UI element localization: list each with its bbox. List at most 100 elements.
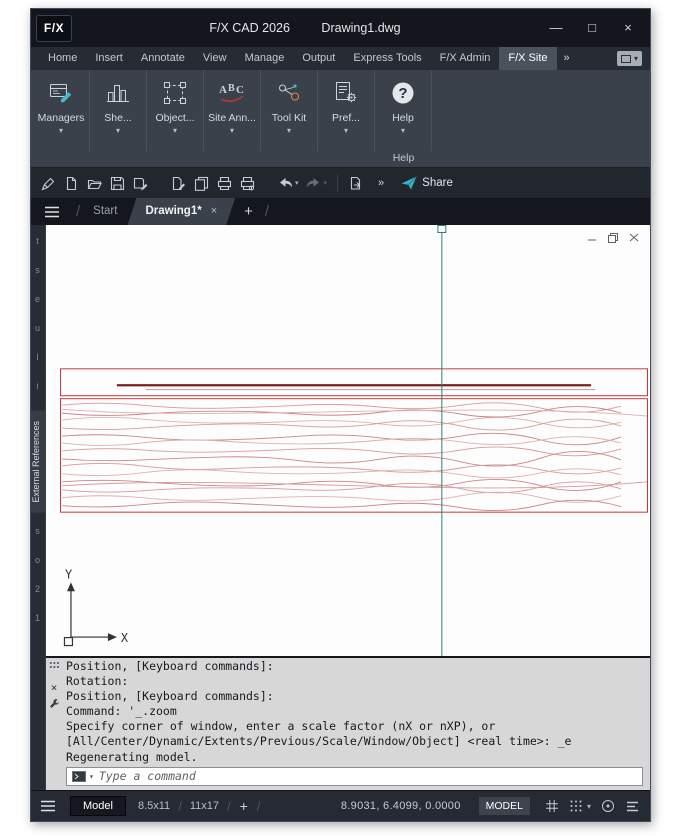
file-tabs-menu-icon[interactable] — [31, 206, 73, 218]
chevron-down-icon: ▾ — [286, 126, 291, 135]
ribbon-button-sheets[interactable]: She... ▾ — [90, 70, 147, 151]
app-logo[interactable]: F/X — [36, 14, 72, 42]
document-name: Drawing1.dwg — [321, 21, 401, 35]
ribbon-button-label: Managers — [37, 112, 85, 124]
new-layout-button[interactable]: + — [237, 798, 251, 814]
command-input[interactable]: ▾ Type a command — [66, 766, 643, 786]
tab-separator: / — [76, 203, 81, 220]
open-folder-icon[interactable] — [86, 175, 102, 191]
svg-text:A: A — [219, 84, 227, 96]
new-drawing-button[interactable]: + — [235, 203, 262, 220]
model-space-button[interactable]: MODEL — [478, 797, 530, 815]
ribbon-group-main: Managers ▾ She... ▾ Object... ▾ A B C Si… — [33, 70, 375, 167]
file-tab-bar: / Start Drawing1* × + / — [31, 198, 650, 225]
chevron-down-icon: ▾ — [58, 126, 63, 135]
file-tab-drawing1[interactable]: Drawing1* × — [127, 198, 235, 225]
undo-icon[interactable] — [277, 175, 293, 191]
ribbon-button-preferences[interactable]: Pref... ▾ — [318, 70, 375, 151]
recent-commands-button[interactable]: ▾ — [72, 769, 94, 784]
site-annotation-icon: ABC — [218, 77, 246, 109]
toolbar-separator — [337, 174, 339, 192]
redo-dropdown-icon[interactable]: ▾ — [324, 179, 328, 187]
coordinates-display: 8.9031, 6.4099, 0.0000 — [340, 800, 461, 812]
ribbon-button-objects[interactable]: Object... ▾ — [147, 70, 204, 151]
status-menu-icon[interactable] — [40, 800, 60, 812]
ribbon-tab-fx-site[interactable]: F/X Site — [499, 47, 557, 70]
sheet-arrow-icon[interactable] — [348, 175, 364, 191]
viewport-minimize-icon[interactable] — [586, 232, 598, 243]
ribbon-button-label: Site Ann... — [208, 112, 256, 124]
ribbon-group-label-empty — [33, 151, 375, 167]
undo-dropdown-icon[interactable]: ▾ — [295, 179, 299, 187]
sheets-icon — [105, 77, 131, 109]
isolate-objects-icon[interactable] — [599, 797, 617, 815]
close-button[interactable]: × — [610, 9, 646, 47]
new-file-icon[interactable] — [63, 175, 79, 191]
ribbon-display-toggle[interactable]: ▾ — [616, 51, 642, 66]
layout-tab-8-5x11[interactable]: 8.5x11 — [136, 800, 172, 812]
ribbon-button-label: Object... — [155, 112, 195, 124]
ribbon-panel: Managers ▾ She... ▾ Object... ▾ A B C Si… — [31, 70, 650, 167]
ribbon-tab-insert[interactable]: Insert — [86, 47, 132, 70]
ribbon-button-help[interactable]: ? Help ▾ — [375, 70, 432, 151]
viewport-restore-icon[interactable] — [607, 232, 619, 243]
ribbon-button-site-annotation[interactable]: ABC Site Ann... ▾ — [204, 70, 261, 151]
toolkit-icon — [276, 77, 302, 109]
ribbon-tab-express-tools[interactable]: Express Tools — [344, 47, 430, 70]
grid-icon[interactable] — [543, 797, 561, 815]
tab-separator: / — [256, 798, 261, 814]
ucs-x-label: X — [121, 631, 129, 645]
close-command-panel-icon[interactable]: × — [47, 679, 61, 695]
ribbon-tab-view[interactable]: View — [194, 47, 236, 70]
tab-separator: / — [178, 798, 182, 814]
command-history-line: Command: '_.zoom — [66, 704, 177, 719]
ribbon-tab-home[interactable]: Home — [39, 47, 86, 70]
command-history-line: Regenerating model. — [66, 749, 198, 764]
layout-tab-11x17[interactable]: 11x17 — [188, 800, 221, 812]
paper-plane-icon — [401, 176, 417, 190]
command-prompt-icon — [72, 770, 86, 782]
managers-icon — [48, 77, 74, 109]
share-button[interactable]: Share — [401, 176, 453, 190]
objects-icon — [162, 77, 188, 109]
quick-access-toolbar: ▾ ▾ » Share — [31, 167, 650, 198]
ribbon-tab-output[interactable]: Output — [293, 47, 344, 70]
app-name: F/X CAD 2026 — [209, 21, 290, 35]
ribbon-button-managers[interactable]: Managers ▾ — [33, 70, 90, 151]
svg-text:?: ? — [398, 85, 407, 102]
ribbon-button-label: Help — [392, 112, 414, 124]
ribbon-button-label: Pref... — [331, 112, 360, 124]
ribbon-tab-annotate[interactable]: Annotate — [132, 47, 194, 70]
snap-icon[interactable] — [567, 797, 585, 815]
file-tab-start[interactable]: Start — [83, 198, 127, 225]
snap-dropdown-icon[interactable]: ▾ — [587, 802, 591, 811]
chevron-down-icon: ▾ — [229, 126, 234, 135]
print-icon[interactable] — [216, 175, 232, 191]
tab-separator: / — [226, 798, 231, 814]
ribbon-tab-fx-admin[interactable]: F/X Admin — [431, 47, 500, 70]
chevron-down-icon: ▾ — [400, 126, 405, 135]
viewport-close-icon[interactable] — [628, 232, 640, 243]
maximize-button[interactable]: □ — [574, 9, 610, 47]
app-window: F/X F/X CAD 2026 Drawing1.dwg — □ × Home… — [30, 8, 651, 822]
command-panel-grip[interactable] — [48, 661, 60, 669]
svg-text:B: B — [228, 83, 235, 94]
model-tab[interactable]: Model — [70, 796, 126, 816]
drawing-canvas[interactable]: Y X — [46, 225, 650, 656]
toolbar-overflow-icon[interactable]: » — [371, 172, 391, 195]
save-icon[interactable] — [109, 175, 125, 191]
close-tab-icon[interactable]: × — [211, 198, 217, 225]
ribbon-button-tool-kit[interactable]: Tool Kit ▾ — [261, 70, 318, 151]
save-as-icon[interactable] — [132, 175, 148, 191]
copy-icon[interactable] — [193, 175, 209, 191]
batch-print-icon[interactable] — [239, 175, 255, 191]
page-pencil-icon[interactable] — [170, 175, 186, 191]
wrench-icon[interactable] — [47, 695, 61, 711]
external-references-tab[interactable]: External References — [31, 411, 45, 513]
ribbon-tab-manage[interactable]: Manage — [236, 47, 294, 70]
pencil-icon[interactable] — [40, 175, 56, 191]
ribbon-tab-overflow-icon[interactable]: » — [557, 47, 577, 70]
customization-icon[interactable] — [623, 797, 641, 815]
redo-icon[interactable] — [306, 175, 322, 191]
minimize-button[interactable]: — — [538, 9, 574, 47]
